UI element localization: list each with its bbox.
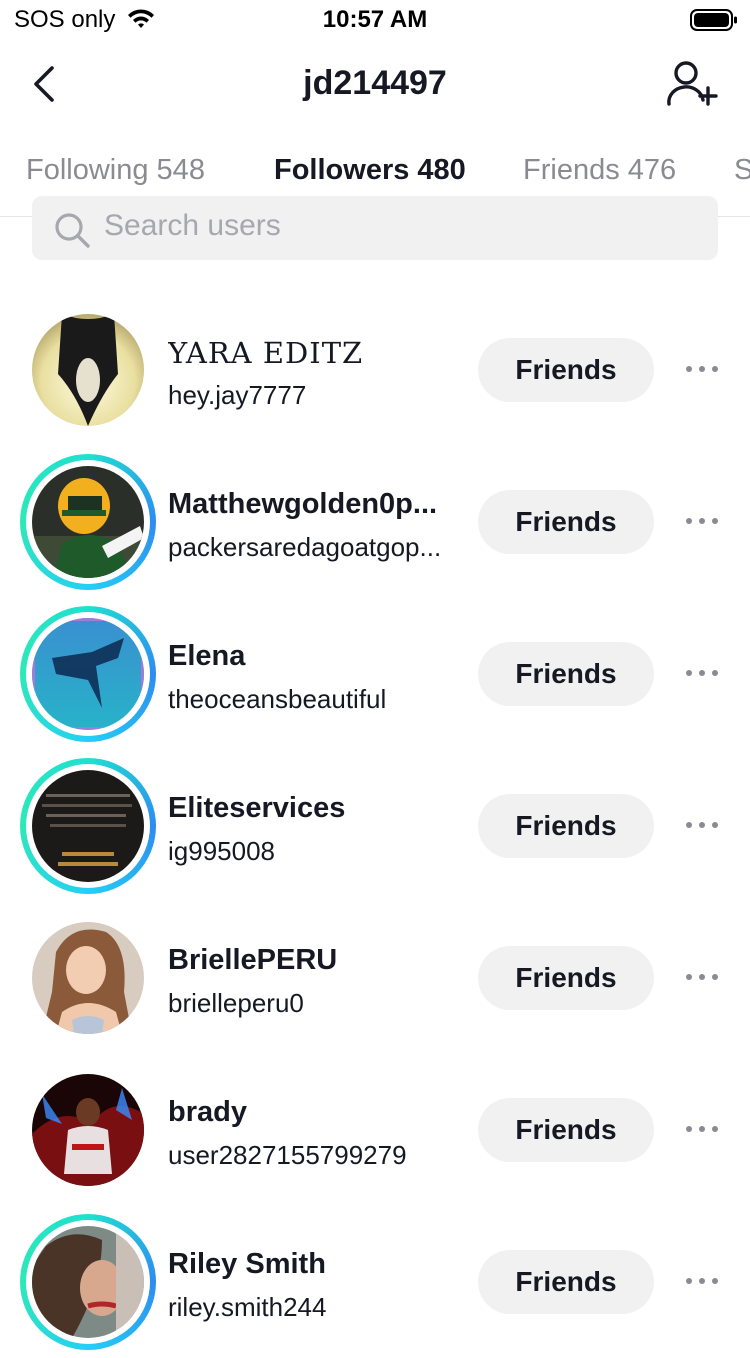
story-ring[interactable] xyxy=(20,606,156,742)
search-input[interactable] xyxy=(104,204,684,248)
avatar[interactable] xyxy=(32,922,144,1034)
list-item[interactable]: Matthewgolden0p... packersaredagoatgop..… xyxy=(0,446,750,598)
friends-button[interactable]: Friends xyxy=(478,946,654,1010)
profile-photo-icon xyxy=(32,922,144,1034)
story-ring[interactable] xyxy=(20,454,156,590)
clock: 10:57 AM xyxy=(322,6,428,33)
user-display-name: brady xyxy=(168,1096,247,1128)
avatar[interactable] xyxy=(32,1074,144,1186)
add-friend-icon[interactable] xyxy=(664,58,720,110)
avatar xyxy=(32,618,144,730)
search-bar[interactable] xyxy=(32,196,718,260)
tab-suggested[interactable]: S xyxy=(734,154,750,187)
user-handle: brielleperu0 xyxy=(168,988,304,1018)
friends-button[interactable]: Friends xyxy=(478,794,654,858)
profile-photo-icon xyxy=(32,618,144,730)
list-item[interactable]: BriellePERU brielleperu0 Friends xyxy=(0,902,750,1054)
user-display-name: BriellePERU xyxy=(168,944,338,976)
user-handle: hey.jay7777 xyxy=(168,380,307,410)
tab-followers[interactable]: Followers 480 xyxy=(274,154,466,187)
friends-button[interactable]: Friends xyxy=(478,1098,654,1162)
user-handle: ig995008 xyxy=(168,836,275,866)
more-options-icon[interactable] xyxy=(680,660,724,688)
avatar xyxy=(32,770,144,882)
list-item[interactable]: Riley Smith riley.smith244 Friends xyxy=(0,1206,750,1358)
friends-button[interactable]: Friends xyxy=(478,490,654,554)
battery-icon xyxy=(690,9,737,31)
more-options-icon[interactable] xyxy=(680,1268,724,1296)
list-item[interactable]: Elena theoceansbeautiful Friends xyxy=(0,598,750,750)
more-options-icon[interactable] xyxy=(680,812,724,840)
search-icon xyxy=(55,213,90,248)
user-handle: packersaredagoatgop... xyxy=(168,532,442,562)
top-nav-bar: jd214497 xyxy=(0,44,750,128)
user-handle: riley.smith244 xyxy=(168,1292,327,1322)
friends-button[interactable]: Friends xyxy=(478,642,654,706)
story-ring[interactable] xyxy=(20,758,156,894)
user-display-name: Riley Smith xyxy=(168,1248,326,1280)
avatar xyxy=(32,466,144,578)
profile-photo-icon xyxy=(32,314,144,426)
more-options-icon[interactable] xyxy=(680,356,724,384)
tab-friends[interactable]: Friends 476 xyxy=(523,154,676,187)
user-display-name: YARA EDITZ xyxy=(168,336,364,370)
list-item[interactable]: brady user2827155799279 Friends xyxy=(0,1054,750,1206)
profile-photo-icon xyxy=(32,770,144,882)
list-item[interactable]: YARA EDITZ hey.jay7777 Friends xyxy=(0,294,750,446)
list-item[interactable]: Eliteservices ig995008 Friends xyxy=(0,750,750,902)
more-options-icon[interactable] xyxy=(680,964,724,992)
user-display-name: Elena xyxy=(168,640,246,672)
user-handle: theoceansbeautiful xyxy=(168,684,387,714)
friends-button[interactable]: Friends xyxy=(478,338,654,402)
more-options-icon[interactable] xyxy=(680,508,724,536)
tab-following[interactable]: Following 548 xyxy=(26,154,205,187)
profile-photo-icon xyxy=(32,466,144,578)
story-ring[interactable] xyxy=(20,1214,156,1350)
user-display-name: Eliteservices xyxy=(168,792,346,824)
profile-photo-icon xyxy=(32,1226,144,1338)
page-title: jd214497 xyxy=(303,64,447,102)
avatar[interactable] xyxy=(32,314,144,426)
user-handle: user2827155799279 xyxy=(168,1140,407,1170)
status-bar: SOS only 10:57 AM xyxy=(0,0,750,44)
user-display-name: Matthewgolden0p... xyxy=(168,488,438,520)
profile-photo-icon xyxy=(32,1074,144,1186)
avatar xyxy=(32,1226,144,1338)
more-options-icon[interactable] xyxy=(680,1116,724,1144)
friends-button[interactable]: Friends xyxy=(478,1250,654,1314)
